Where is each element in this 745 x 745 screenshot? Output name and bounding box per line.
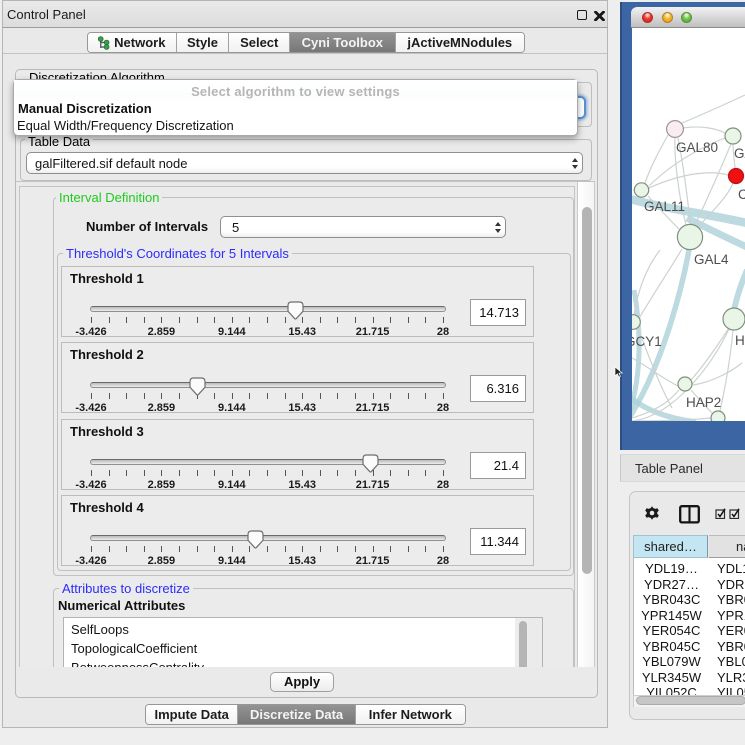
svg-text:GAL11: GAL11 [644, 199, 685, 214]
svg-text:C: C [738, 187, 745, 202]
svg-text:HAP2: HAP2 [686, 395, 721, 410]
svg-text:GAL4: GAL4 [694, 252, 729, 267]
svg-text:GCY1: GCY1 [632, 334, 662, 349]
svg-text:GA: GA [734, 146, 745, 161]
svg-text:H: H [735, 333, 745, 348]
svg-text:GAL80: GAL80 [676, 140, 718, 155]
